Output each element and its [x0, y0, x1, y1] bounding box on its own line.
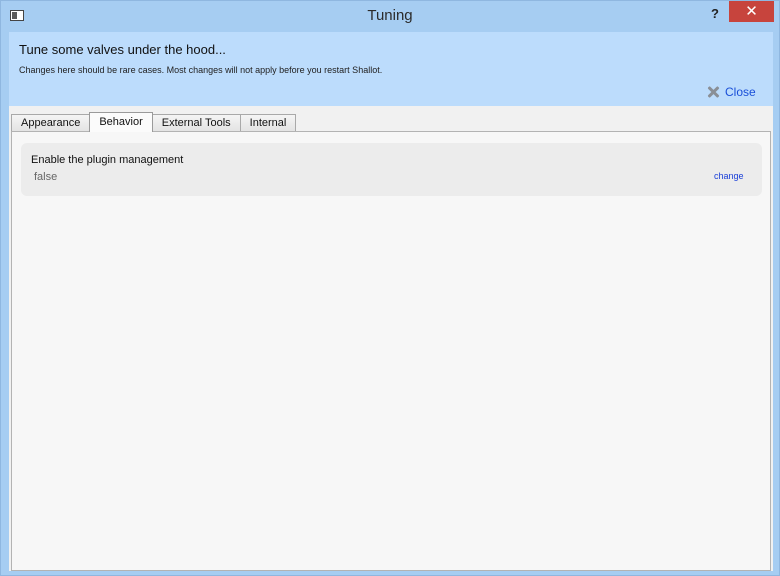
- setting-plugin-management: Enable the plugin management false chang…: [21, 143, 762, 196]
- header-title: Tune some valves under the hood...: [19, 42, 226, 57]
- tab-appearance[interactable]: Appearance: [11, 114, 91, 132]
- tab-internal[interactable]: Internal: [239, 114, 297, 132]
- main-content: Appearance Behavior External Tools Inter…: [9, 106, 773, 571]
- window-close-button[interactable]: ✕: [729, 1, 774, 22]
- tab-bar: Appearance Behavior External Tools Inter…: [11, 112, 297, 132]
- tab-external-tools[interactable]: External Tools: [151, 114, 241, 132]
- setting-label: Enable the plugin management: [31, 154, 184, 166]
- header-close-label[interactable]: Close: [725, 85, 756, 99]
- tuning-window: Tuning ? ✕ Tune some valves under the ho…: [0, 0, 780, 576]
- header-subtitle: Changes here should be rare cases. Most …: [19, 65, 383, 75]
- header-close-button[interactable]: Close: [706, 84, 756, 100]
- behavior-tab-page: Enable the plugin management false chang…: [11, 131, 771, 571]
- setting-value: false: [34, 171, 58, 183]
- window-title: Tuning: [367, 7, 413, 24]
- title-bar[interactable]: Tuning ? ✕: [1, 1, 779, 32]
- header-panel: Tune some valves under the hood... Chang…: [9, 32, 773, 106]
- close-icon[interactable]: [706, 85, 720, 99]
- tab-behavior[interactable]: Behavior: [89, 112, 153, 132]
- help-button[interactable]: ?: [706, 4, 724, 24]
- change-link[interactable]: change: [714, 171, 744, 181]
